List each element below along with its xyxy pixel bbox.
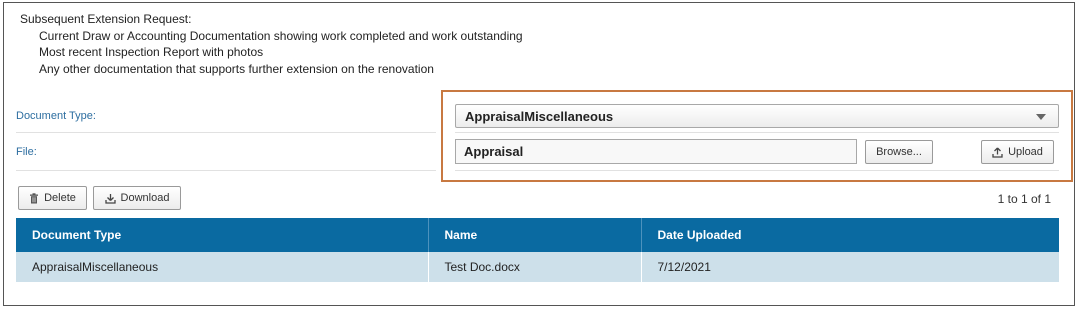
file-label: File: [16,146,37,158]
documents-table: Document Type Name Date Uploaded Apprais… [16,218,1059,282]
row-divider [16,132,436,133]
column-header-name[interactable]: Name [428,218,642,252]
instruction-item: Most recent Inspection Report with photo… [39,45,264,59]
delete-button-label: Delete [44,192,76,204]
pagination-count: 1 to 1 of 1 [997,192,1051,206]
delete-button[interactable]: Delete [18,186,87,210]
download-icon [104,193,116,204]
download-button[interactable]: Download [93,186,181,210]
instructions-heading: Subsequent Extension Request: [20,12,192,26]
column-header-document-type[interactable]: Document Type [16,218,429,252]
cell-document-type: AppraisalMiscellaneous [16,252,429,282]
instruction-item: Current Draw or Accounting Documentation… [39,28,523,43]
instruction-item: Any other documentation that supports fu… [39,61,434,76]
row-divider [16,170,436,171]
table-header-row: Document Type Name Date Uploaded [16,218,1059,252]
table-row[interactable]: AppraisalMiscellaneous Test Doc.docx 7/1… [16,252,1059,282]
cell-name: Test Doc.docx [428,252,642,282]
cell-date-uploaded: 7/12/2021 [641,252,1059,282]
download-button-label: Download [120,192,170,204]
column-header-date-uploaded[interactable]: Date Uploaded [641,218,1059,252]
highlight-box [441,90,1073,182]
trash-icon [29,192,39,204]
document-type-label: Document Type: [16,110,96,122]
instructions-block: Subsequent Extension Request: Current Dr… [20,11,523,77]
